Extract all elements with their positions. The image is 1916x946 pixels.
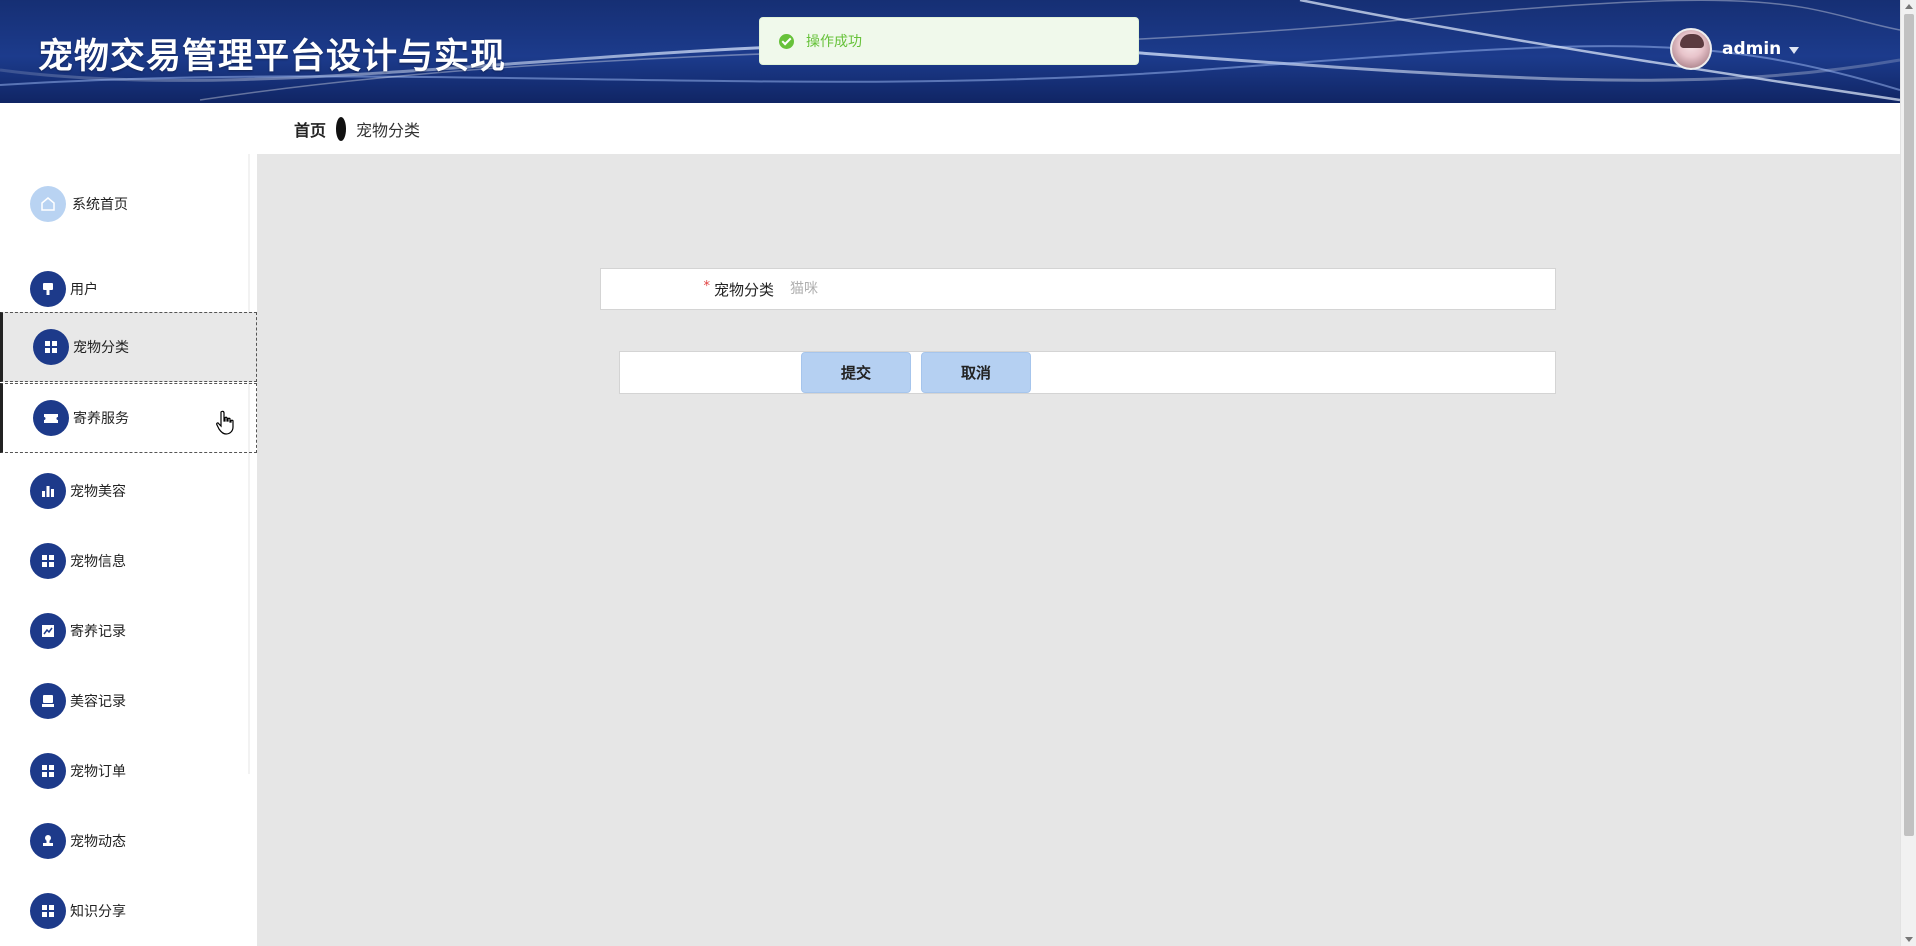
sidebar-item-label: 宠物订单 [70,764,126,780]
sidebar-item-knowledge-share[interactable]: 知识分享 [0,876,257,946]
sidebar-item-label: 知识分享 [70,904,126,920]
grid-icon [33,329,69,365]
user-name[interactable]: admin [1722,39,1781,59]
scroll-thumb[interactable] [1904,14,1914,836]
sidebar-item-pet-news[interactable]: 宠物动态 [0,806,257,876]
submit-button[interactable]: 提交 [801,352,911,393]
scroll-down-icon[interactable] [1905,937,1913,942]
page-scrollbar[interactable] [1900,0,1916,946]
breadcrumb-current: 宠物分类 [356,120,421,140]
sidebar-item-label: 宠物信息 [70,554,126,570]
hand-cursor-icon [216,410,234,435]
sidebar-item-home[interactable]: 系统首页 [0,169,257,239]
toast-message: 操作成功 [806,34,862,50]
ticket-icon [33,400,69,436]
check-circle-icon [779,33,794,49]
user-menu[interactable]: admin [1670,28,1800,70]
sidebar-item-label: 用户 [70,282,98,298]
category-input[interactable] [784,273,1544,305]
category-label-text: 宠物分类 [713,280,774,299]
sidebar-item-label: 美容记录 [70,694,126,710]
printer-icon [30,683,66,719]
sidebar-item-label: 系统首页 [72,197,128,213]
breadcrumb-bar: 首页 宠物分类 [0,103,1900,154]
grid-icon [30,753,66,789]
sidebar-item-pet-grooming[interactable]: 宠物美容 [0,456,257,526]
caret-down-icon[interactable] [1789,46,1800,54]
sidebar-item-label: 宠物动态 [70,834,126,850]
sidebar-item-label: 寄养记录 [70,624,126,640]
cancel-button[interactable]: 取消 [921,352,1031,393]
category-form-row: * 宠物分类 [600,268,1556,310]
sidebar-item-label: 宠物美容 [70,484,126,500]
form-actions: 提交 取消 [619,351,1556,394]
breadcrumb-home[interactable]: 首页 [294,117,326,141]
sidebar-item-label: 寄养服务 [73,411,129,427]
category-label: * 宠物分类 [703,269,774,309]
avatar[interactable] [1670,28,1712,70]
line-chart-icon [30,613,66,649]
sidebar-item-pet-info[interactable]: 宠物信息 [0,526,257,596]
breadcrumb: 首页 宠物分类 [294,103,420,154]
home-icon [30,186,66,222]
sidebar-item-boarding-records[interactable]: 寄养记录 [0,596,257,666]
scroll-up-icon[interactable] [1905,4,1913,9]
app-title: 宠物交易管理平台设计与实现 [38,37,507,77]
grid-icon [30,893,66,929]
stamp-icon [30,823,66,859]
bar-chart-icon [30,473,66,509]
sidebar: 系统首页 用户 宠物分类 寄养服务 宠物美容 宠物信息 寄养记录 美容记录 宠物… [0,154,257,946]
user-badge-icon [30,271,66,307]
required-asterisk: * [703,278,710,294]
grid-icon [30,543,66,579]
sidebar-item-label: 宠物分类 [73,340,129,356]
success-toast: 操作成功 [759,17,1139,65]
breadcrumb-separator-icon [336,116,347,141]
sidebar-item-pet-orders[interactable]: 宠物订单 [0,736,257,806]
sidebar-item-grooming-records[interactable]: 美容记录 [0,666,257,736]
main-content: * 宠物分类 提交 取消 [257,154,1900,946]
sidebar-item-pet-category[interactable]: 宠物分类 [0,312,257,382]
